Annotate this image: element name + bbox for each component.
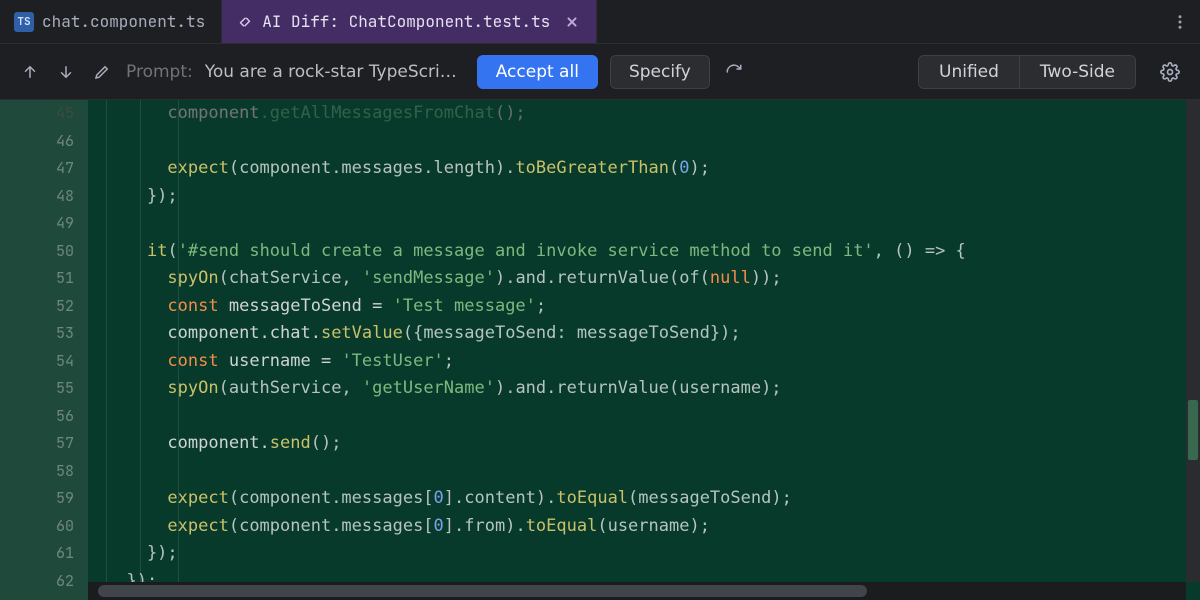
tab-ai-diff[interactable]: AI Diff: ChatComponent.test.ts xyxy=(222,0,597,43)
close-icon[interactable] xyxy=(564,14,580,30)
code-line xyxy=(106,210,1200,238)
line-number: 48 xyxy=(0,183,88,211)
view-mode-toggle: Unified Two-Side xyxy=(918,55,1136,89)
code-line: component.getAllMessagesFromChat(); xyxy=(106,100,1200,128)
overview-ruler[interactable] xyxy=(1186,100,1200,582)
tab-chat-component[interactable]: TS chat.component.ts xyxy=(0,0,222,43)
horizontal-scrollbar[interactable] xyxy=(88,582,1186,600)
line-number: 59 xyxy=(0,485,88,513)
view-unified-button[interactable]: Unified xyxy=(919,56,1019,88)
change-marker xyxy=(1188,400,1198,460)
line-number: 47 xyxy=(0,155,88,183)
ai-diff-icon xyxy=(236,13,254,31)
arrow-up-icon[interactable] xyxy=(18,60,42,84)
more-menu-icon[interactable] xyxy=(1160,2,1200,42)
code-line: it('#send should create a message and in… xyxy=(106,238,1200,266)
line-number: 60 xyxy=(0,513,88,541)
code-line xyxy=(106,403,1200,431)
specify-button[interactable]: Specify xyxy=(610,55,710,89)
accept-all-button[interactable]: Accept all xyxy=(477,55,598,89)
line-number: 51 xyxy=(0,265,88,293)
line-number: 49 xyxy=(0,210,88,238)
ai-diff-toolbar: Prompt: You are a rock-star TypeScrip… A… xyxy=(0,44,1200,100)
edit-icon[interactable] xyxy=(90,60,114,84)
code-line xyxy=(106,128,1200,156)
code-line: component.chat.setValue({messageToSend: … xyxy=(106,320,1200,348)
line-number: 58 xyxy=(0,458,88,486)
line-number: 55 xyxy=(0,375,88,403)
line-number: 53 xyxy=(0,320,88,348)
view-two-side-button[interactable]: Two-Side xyxy=(1019,56,1135,88)
code-line: component.send(); xyxy=(106,430,1200,458)
tab-label: chat.component.ts xyxy=(42,11,205,32)
line-number: 52 xyxy=(0,293,88,321)
line-number: 56 xyxy=(0,403,88,431)
code-line: spyOn(chatService, 'sendMessage').and.re… xyxy=(106,265,1200,293)
scrollbar-thumb[interactable] xyxy=(98,585,867,597)
code-line: expect(component.messages.length).toBeGr… xyxy=(106,155,1200,183)
gear-icon[interactable] xyxy=(1158,60,1182,84)
code-line: spyOn(authService, 'getUserName').and.re… xyxy=(106,375,1200,403)
code-line xyxy=(106,458,1200,486)
refresh-icon[interactable] xyxy=(722,60,746,84)
code-line: const messageToSend = 'Test message'; xyxy=(106,293,1200,321)
prompt-preview[interactable]: You are a rock-star TypeScrip… xyxy=(205,62,465,82)
line-number: 46 xyxy=(0,128,88,156)
line-number: 50 xyxy=(0,238,88,266)
line-number: 61 xyxy=(0,540,88,568)
tab-label: AI Diff: ChatComponent.test.ts xyxy=(262,11,550,32)
code-line: expect(component.messages[0].from).toEqu… xyxy=(106,513,1200,541)
code-line: expect(component.messages[0].content).to… xyxy=(106,485,1200,513)
code-line: }); xyxy=(106,540,1200,568)
code-area[interactable]: component.getAllMessagesFromChat(); expe… xyxy=(88,100,1200,600)
tab-bar: TS chat.component.ts AI Diff: ChatCompon… xyxy=(0,0,1200,44)
typescript-file-icon: TS xyxy=(14,12,34,32)
line-number-gutter: 45 46 47 48 49 50 51 52 53 54 55 56 57 5… xyxy=(0,100,88,600)
code-line: }); xyxy=(106,183,1200,211)
code-line: const username = 'TestUser'; xyxy=(106,348,1200,376)
line-number: 62 xyxy=(0,568,88,596)
arrow-down-icon[interactable] xyxy=(54,60,78,84)
prompt-label: Prompt: xyxy=(126,62,193,82)
line-number: 45 xyxy=(0,100,88,128)
line-number: 54 xyxy=(0,348,88,376)
diff-editor[interactable]: 45 46 47 48 49 50 51 52 53 54 55 56 57 5… xyxy=(0,100,1200,600)
line-number: 57 xyxy=(0,430,88,458)
